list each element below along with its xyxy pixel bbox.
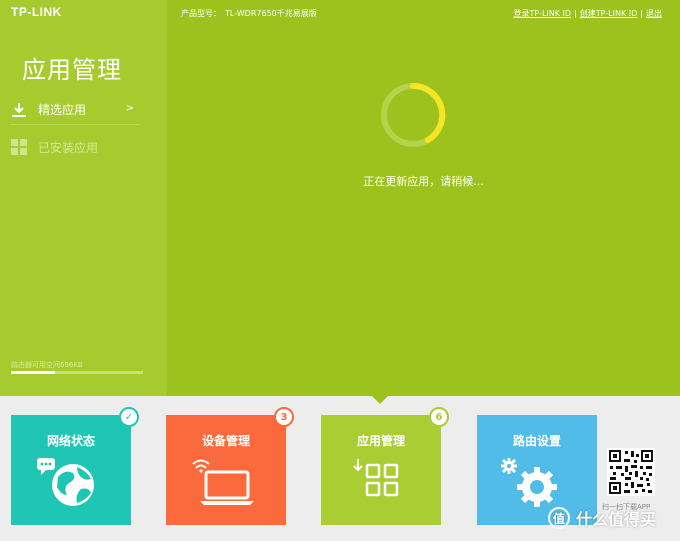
sidebar-item-installed-apps[interactable]: 已安装应用 (10, 132, 140, 162)
active-tile-pointer (372, 396, 388, 404)
download-icon (10, 101, 28, 119)
product-model: 产品型号： TL-WDR7650千兆易展版 (181, 8, 321, 19)
qr-code-image (607, 448, 655, 496)
sidebar-item-label: 精选应用 (38, 103, 87, 117)
loading-spinner-icon (381, 82, 446, 147)
sidebar-item-label: 已安装应用 (38, 140, 99, 155)
main-panel: 正在更新应用，请稍候... (167, 0, 680, 396)
login-link[interactable]: 登录TP-LINK ID (514, 9, 572, 18)
smzdm-watermark: 值 什么值得买 (548, 506, 656, 530)
tile-app-management[interactable]: 应用管理 6 (321, 407, 449, 525)
loading-message: 正在更新应用，请稍候... (363, 175, 484, 188)
tile-network-status[interactable]: 网络状态 ✓ (11, 407, 139, 525)
model-label: 产品型号： (181, 9, 221, 18)
watermark-logo-icon: 值 (548, 507, 570, 529)
model-value: TL-WDR7650千兆易展版 (225, 9, 317, 18)
storage-label: 路由器可用空间696KB (11, 361, 83, 369)
tplink-logo: TP-LINK (11, 5, 62, 19)
logout-link[interactable]: 退出 (646, 9, 662, 18)
storage-bar (11, 371, 143, 374)
chevron-right-icon: > (125, 103, 134, 114)
tile-device-management[interactable]: 设备管理 3 (166, 407, 294, 525)
router-app-management-page: 正在更新应用，请稍候... 应用管理 精选应用 > 已安装应用 路由器可用空间6… (0, 0, 680, 541)
account-links: 登录TP-LINK ID | 创建TP-LINK ID | 退出 (513, 9, 662, 18)
top-bar: TP-LINK 产品型号： TL-WDR7650千兆易展版 登录TP-LINK I… (0, 0, 680, 28)
storage-bar-fill (11, 371, 55, 374)
sidebar: 应用管理 精选应用 > 已安装应用 路由器可用空间696KB (0, 0, 167, 396)
watermark-text: 什么值得买 (576, 510, 657, 529)
sidebar-title: 应用管理 (22, 56, 122, 84)
create-id-link[interactable]: 创建TP-LINK ID (580, 9, 638, 18)
apps-grid-icon (353, 459, 399, 497)
globe-icon (37, 458, 94, 506)
laptop-wifi-icon (192, 459, 254, 505)
sidebar-item-featured-apps[interactable]: 精选应用 > (10, 95, 140, 125)
grid-icon (10, 138, 28, 156)
